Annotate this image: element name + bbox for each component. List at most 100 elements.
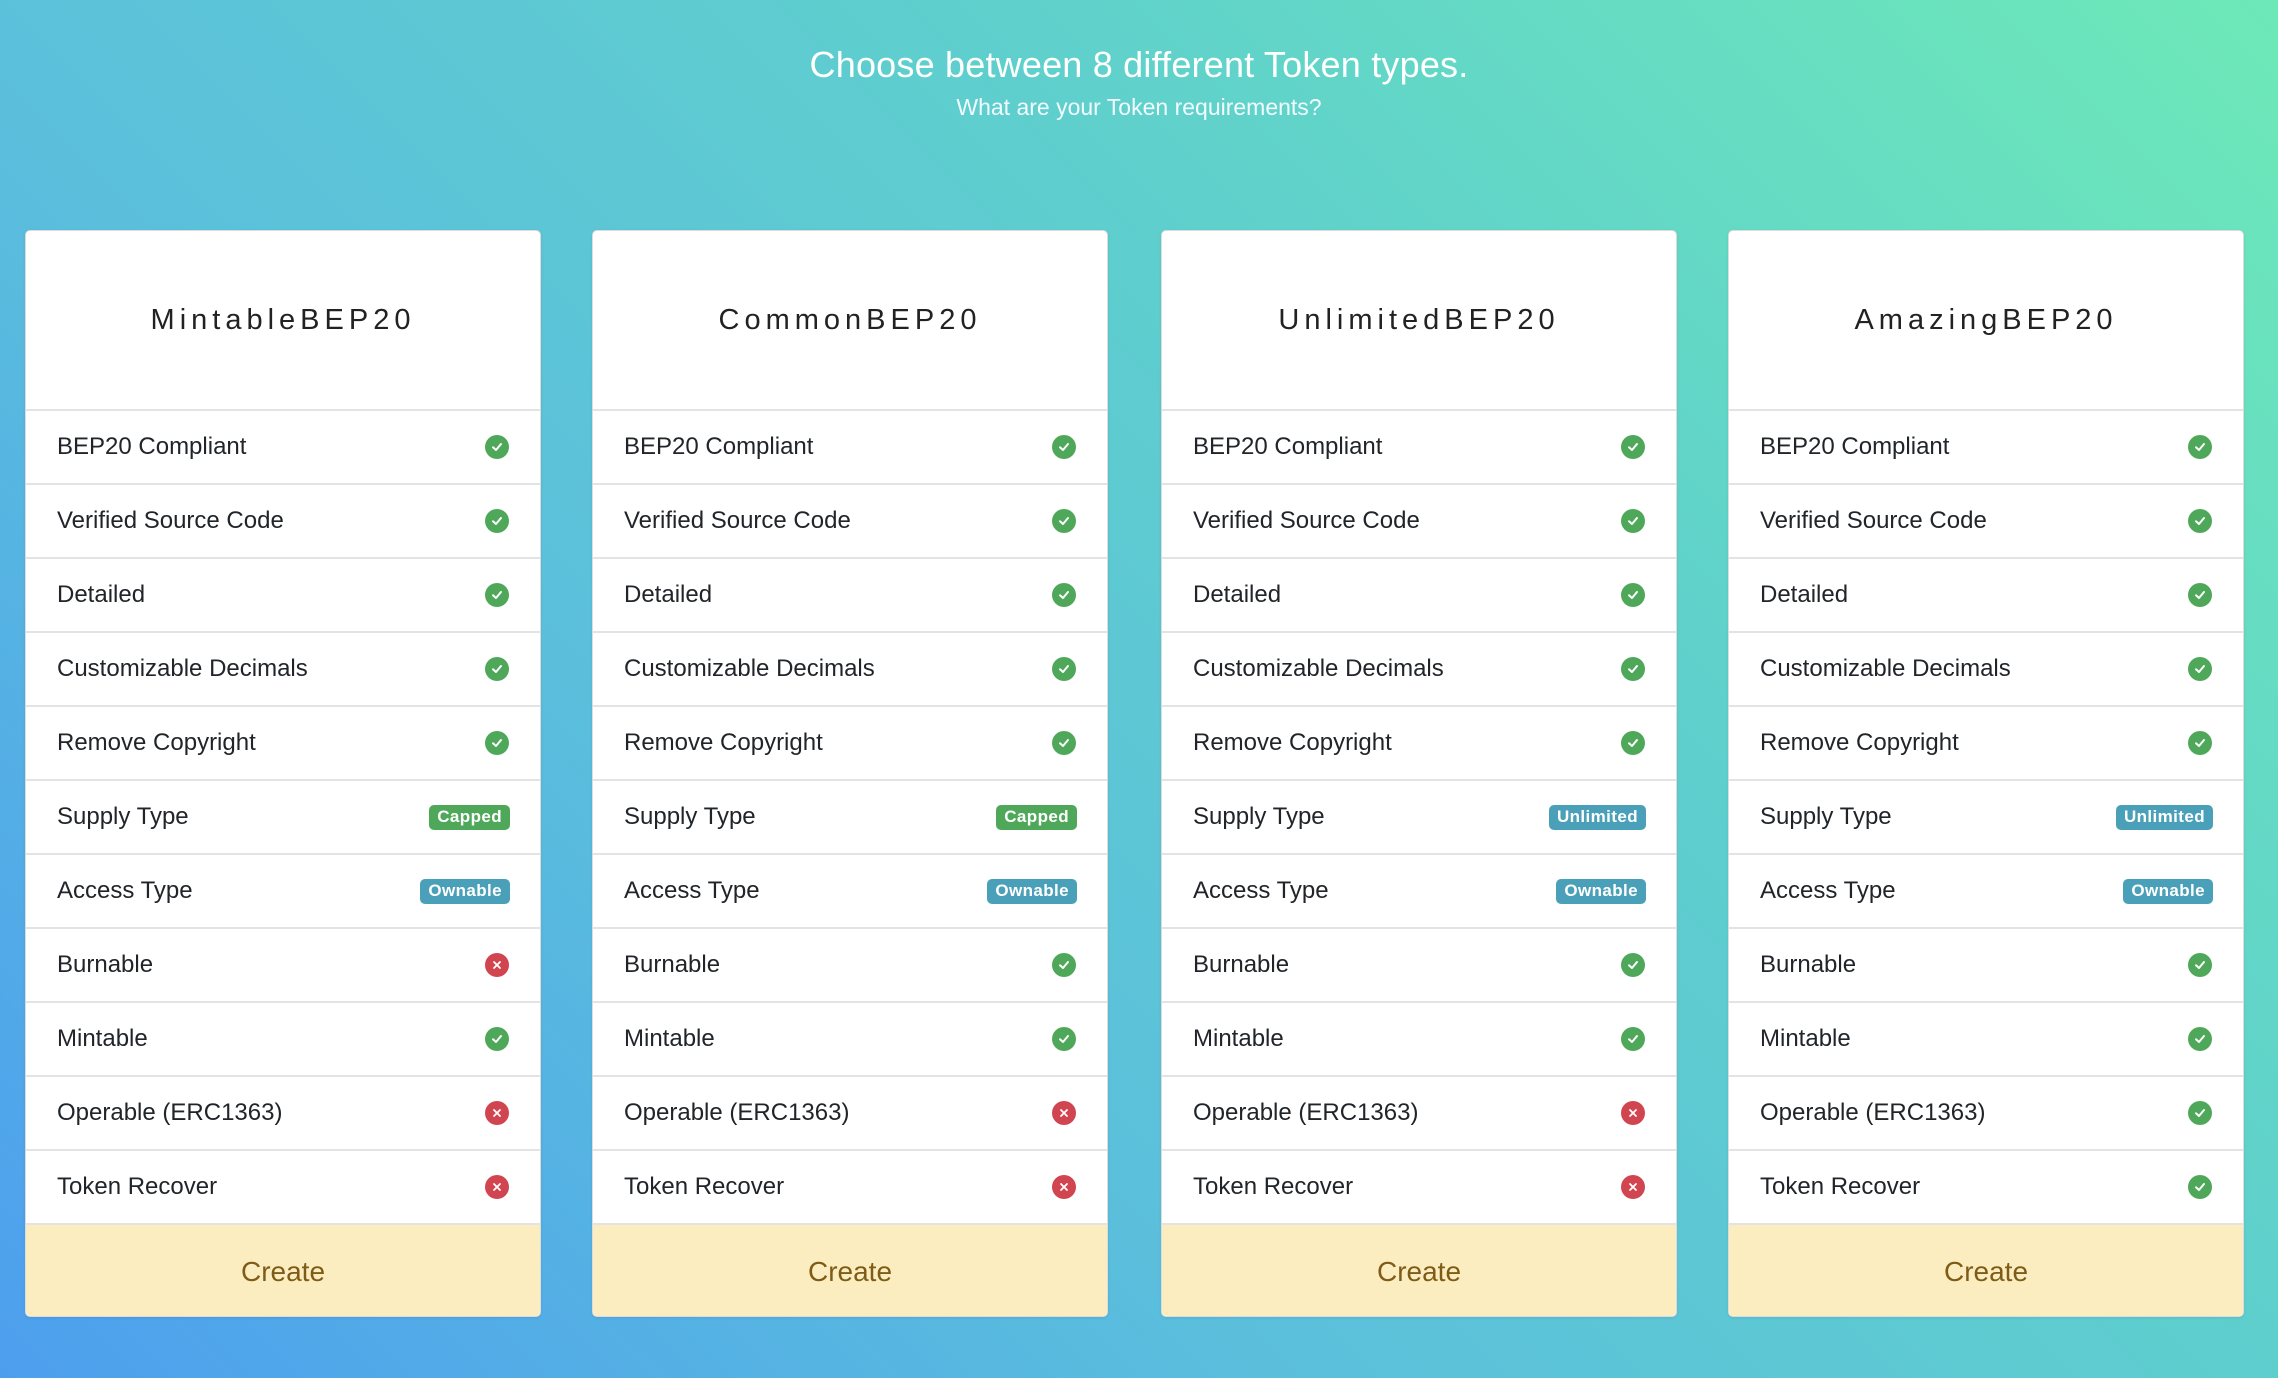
feature-row: Operable (ERC1363) [593,1077,1107,1151]
feature-label: Verified Source Code [624,507,851,534]
feature-row: Access Type Ownable [26,855,540,929]
token-cards: MintableBEP20 BEP20 Compliant Verified Sou… [0,230,2278,1320]
feature-row: Mintable [593,1003,1107,1077]
feature-row: Detailed [593,559,1107,633]
feature-label: Token Recover [1760,1173,1921,1200]
feature-row: Mintable [26,1003,540,1077]
feature-label: Access Type [1193,877,1329,904]
x-circle-icon [1621,1175,1645,1199]
card-title: AmazingBEP20 [1729,231,2243,411]
feature-label: Operable (ERC1363) [57,1099,283,1126]
feature-row: Detailed [1162,559,1676,633]
x-circle-icon [1052,1175,1076,1199]
feature-label: Customizable Decimals [1193,655,1444,682]
feature-label: BEP20 Compliant [1760,433,1950,460]
feature-row: Remove Copyright [593,707,1107,781]
create-button[interactable]: Create [1162,1225,1676,1316]
feature-label: Supply Type [57,803,189,830]
feature-row: Verified Source Code [1162,485,1676,559]
create-button[interactable]: Create [1729,1225,2243,1316]
feature-label: Token Recover [57,1173,218,1200]
feature-label: BEP20 Compliant [624,433,814,460]
feature-label: Burnable [624,951,721,978]
check-circle-icon [1621,953,1645,977]
feature-row: Token Recover [1162,1151,1676,1225]
check-circle-icon [2188,657,2212,681]
feature-row: Token Recover [26,1151,540,1225]
feature-row: Mintable [1162,1003,1676,1077]
feature-row: Access Type Ownable [1729,855,2243,929]
feature-badge: Capped [996,804,1077,830]
feature-label: Remove Copyright [57,729,256,756]
feature-label: Verified Source Code [1193,507,1420,534]
feature-row: Remove Copyright [1162,707,1676,781]
feature-row: Verified Source Code [1729,485,2243,559]
feature-label: Detailed [1193,581,1282,608]
card-title: UnlimitedBEP20 [1162,231,1676,411]
feature-label: Token Recover [624,1173,785,1200]
feature-row: Burnable [26,929,540,1003]
check-circle-icon [1052,509,1076,533]
feature-label: Operable (ERC1363) [1760,1099,1986,1126]
check-circle-icon [1052,435,1076,459]
feature-badge: Unlimited [1548,804,1646,830]
feature-row: Access Type Ownable [593,855,1107,929]
check-circle-icon [485,583,509,607]
feature-label: Burnable [1193,951,1290,978]
feature-label: Mintable [57,1025,148,1052]
create-button[interactable]: Create [593,1225,1107,1316]
feature-label: Customizable Decimals [624,655,875,682]
feature-label: Mintable [1193,1025,1284,1052]
page-hero: Choose between 8 different Token types. … [0,40,2278,121]
feature-row: Verified Source Code [26,485,540,559]
check-circle-icon [1052,657,1076,681]
feature-row: Operable (ERC1363) [1162,1077,1676,1151]
x-circle-icon [485,1101,509,1125]
check-circle-icon [1052,731,1076,755]
feature-label: BEP20 Compliant [1193,433,1383,460]
feature-label: Burnable [57,951,154,978]
check-circle-icon [2188,435,2212,459]
feature-row: BEP20 Compliant [1162,411,1676,485]
feature-row: Supply Type Capped [26,781,540,855]
feature-label: Verified Source Code [1760,507,1987,534]
feature-label: Access Type [624,877,760,904]
feature-label: Remove Copyright [1760,729,1959,756]
feature-row: Detailed [1729,559,2243,633]
feature-row: Remove Copyright [1729,707,2243,781]
check-circle-icon [2188,1027,2212,1051]
feature-row: Verified Source Code [593,485,1107,559]
feature-row: Token Recover [593,1151,1107,1225]
check-circle-icon [1621,583,1645,607]
check-circle-icon [485,731,509,755]
check-circle-icon [2188,509,2212,533]
token-card: AmazingBEP20 BEP20 Compliant Verified Sour… [1728,230,2244,1317]
feature-label: Access Type [1760,877,1896,904]
feature-row: Customizable Decimals [593,633,1107,707]
feature-row: Access Type Ownable [1162,855,1676,929]
feature-row: Supply Type Capped [593,781,1107,855]
card-title: CommonBEP20 [593,231,1107,411]
feature-row: Token Recover [1729,1151,2243,1225]
check-circle-icon [485,509,509,533]
feature-label: Mintable [1760,1025,1851,1052]
feature-label: Remove Copyright [624,729,823,756]
feature-row: Supply Type Unlimited [1729,781,2243,855]
feature-label: BEP20 Compliant [57,433,247,460]
feature-label: Token Recover [1193,1173,1354,1200]
feature-row: Customizable Decimals [1162,633,1676,707]
x-circle-icon [485,953,509,977]
feature-label: Supply Type [624,803,756,830]
feature-label: Operable (ERC1363) [624,1099,850,1126]
check-circle-icon [1052,583,1076,607]
feature-row: Customizable Decimals [1729,633,2243,707]
feature-row: Operable (ERC1363) [1729,1077,2243,1151]
check-circle-icon [1621,509,1645,533]
page-subtitle: What are your Token requirements? [956,94,1322,120]
create-button[interactable]: Create [26,1225,540,1316]
feature-row: Remove Copyright [26,707,540,781]
feature-row: Operable (ERC1363) [26,1077,540,1151]
check-circle-icon [1621,731,1645,755]
check-circle-icon [2188,1101,2212,1125]
check-circle-icon [2188,583,2212,607]
